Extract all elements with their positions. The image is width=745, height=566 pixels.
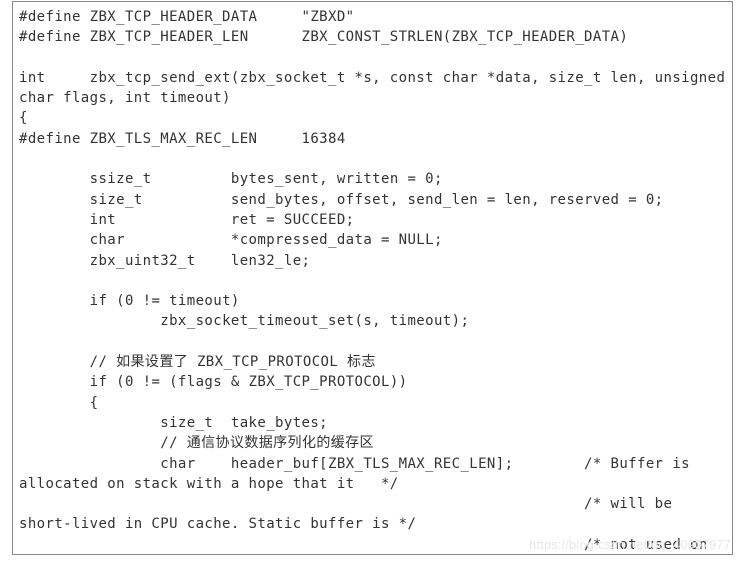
code-line: #define ZBX_TCP_HEADER_DATA "ZBXD" [19, 9, 355, 25]
code-line: zbx_socket_timeout_set(s, timeout); [19, 313, 469, 329]
code-line: #define ZBX_TCP_HEADER_LEN ZBX_CONST_STR… [19, 29, 628, 45]
code-line: char *compressed_data = NULL; [19, 232, 443, 248]
code-line: { [19, 395, 98, 411]
code-line: if (0 != (flags & ZBX_TCP_PROTOCOL)) [19, 374, 407, 390]
code-line: int zbx_tcp_send_ext(zbx_socket_t *s, co… [19, 70, 733, 106]
code-line: #define ZBX_TLS_MAX_REC_LEN 16384 [19, 131, 346, 147]
code-line: zbx_uint32_t len32_le; [19, 253, 310, 269]
code-frame: #define ZBX_TCP_HEADER_DATA "ZBXD" #defi… [12, 1, 733, 555]
code-line: char header_buf[ZBX_TLS_MAX_REC_LEN]; /*… [19, 456, 699, 492]
source-code-block: #define ZBX_TCP_HEADER_DATA "ZBXD" #defi… [19, 7, 726, 555]
code-line: if (0 != timeout) [19, 293, 240, 309]
code-line: /* will be short-lived in CPU cache. Sta… [19, 496, 681, 532]
code-line: /* not used on purpose. */ [19, 537, 717, 555]
code-line: size_t take_bytes; [19, 415, 328, 431]
code-line: // 如果设置了 ZBX_TCP_PROTOCOL 标志 [19, 354, 376, 370]
code-line: ssize_t bytes_sent, written = 0; [19, 171, 443, 187]
code-line: // 通信协议数据序列化的缓存区 [19, 435, 374, 451]
code-line: int ret = SUCCEED; [19, 212, 355, 228]
code-line: size_t send_bytes, offset, send_len = le… [19, 192, 664, 208]
code-line: { [19, 110, 28, 126]
